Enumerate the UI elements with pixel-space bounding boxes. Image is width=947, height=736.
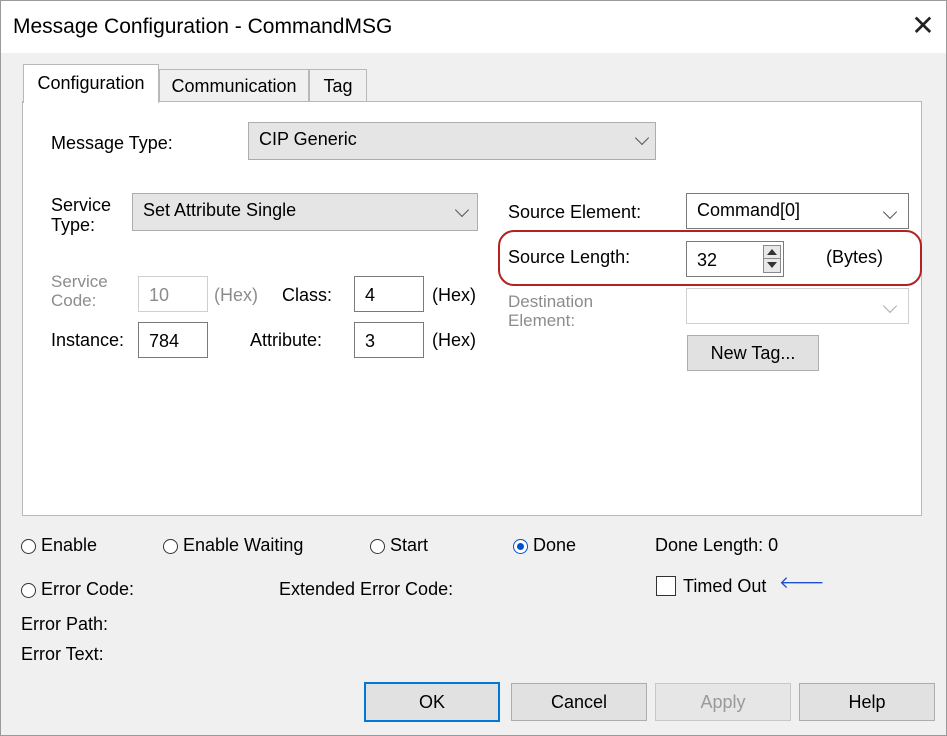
window-title: Message Configuration - CommandMSG [13, 15, 393, 38]
service-type-label-line2: Type: [51, 215, 96, 235]
message-type-value: CIP Generic [259, 129, 357, 149]
destination-element-combo[interactable] [686, 288, 909, 324]
service-code-label-line1: Service [51, 272, 108, 291]
source-element-combo[interactable]: Command[0] [686, 193, 909, 229]
class-value: 4 [365, 285, 376, 305]
source-element-value: Command[0] [697, 200, 801, 220]
attribute-value: 3 [365, 331, 376, 351]
arrow-left-icon: 🡐 [779, 573, 825, 592]
class-unit: (Hex) [432, 285, 476, 305]
error-text-label: Error Text: [21, 644, 104, 664]
timed-out-label: Timed Out [683, 576, 767, 596]
attribute-label: Attribute: [250, 330, 323, 350]
enable-label: Enable [41, 535, 98, 555]
destination-label-line1: Destination [508, 292, 594, 311]
service-type-label-line1: Service [51, 195, 112, 215]
source-element-label: Source Element: [508, 202, 642, 222]
chevron-down-icon [882, 298, 898, 314]
instance-input[interactable]: 784 [138, 322, 208, 358]
chevron-down-icon [634, 130, 650, 146]
start-radio[interactable] [370, 539, 385, 554]
service-code-input[interactable]: 10 [138, 276, 208, 312]
tab-configuration[interactable]: Configuration [23, 64, 159, 103]
help-button[interactable]: Help [799, 683, 935, 721]
chevron-down-icon [454, 202, 470, 218]
configuration-panel: Message Type: CIP Generic Service Type: … [22, 101, 922, 516]
new-tag-button[interactable]: New Tag... [687, 335, 819, 371]
service-code-value: 10 [149, 285, 170, 305]
error-code-label: Error Code: [41, 579, 135, 599]
spinner-divider [764, 258, 780, 259]
message-type-label: Message Type: [51, 133, 173, 153]
message-type-dropdown[interactable]: CIP Generic [248, 122, 656, 160]
done-radio[interactable] [513, 539, 528, 554]
destination-label-line2: Element: [508, 311, 576, 330]
ok-button[interactable]: OK [364, 682, 500, 722]
error-code-radio[interactable] [21, 583, 36, 598]
service-type-dropdown[interactable]: Set Attribute Single [132, 193, 478, 231]
source-length-value: 32 [697, 250, 718, 270]
enable-waiting-label: Enable Waiting [183, 535, 304, 555]
timed-out-checkbox[interactable] [656, 576, 676, 596]
instance-label: Instance: [51, 330, 125, 350]
service-type-value: Set Attribute Single [143, 200, 297, 220]
title-bar: Message Configuration - CommandMSG ✕ [1, 1, 946, 53]
spin-up-icon[interactable] [767, 249, 777, 255]
enable-waiting-radio[interactable] [163, 539, 178, 554]
attribute-unit: (Hex) [432, 330, 476, 350]
message-configuration-dialog: Message Configuration - CommandMSG ✕ Con… [0, 0, 947, 736]
class-input[interactable]: 4 [354, 276, 424, 312]
chevron-down-icon [882, 204, 898, 220]
spin-down-icon[interactable] [767, 262, 777, 268]
done-label: Done [533, 535, 577, 555]
done-length: Done Length: 0 [655, 535, 779, 555]
start-label: Start [390, 535, 429, 555]
error-path-label: Error Path: [21, 614, 109, 634]
spinner-buttons[interactable] [763, 245, 781, 273]
close-icon[interactable]: ✕ [904, 7, 942, 45]
instance-value: 784 [149, 331, 180, 351]
service-code-label-line2: Code: [51, 291, 97, 310]
service-code-unit: (Hex) [214, 285, 258, 305]
extended-error-code-label: Extended Error Code: [279, 579, 454, 599]
class-label: Class: [282, 285, 333, 305]
source-length-label: Source Length: [508, 247, 631, 267]
attribute-input[interactable]: 3 [354, 322, 424, 358]
source-length-spinner[interactable]: 32 [686, 241, 784, 277]
tab-tag[interactable]: Tag [309, 69, 367, 102]
cancel-button[interactable]: Cancel [511, 683, 647, 721]
source-length-unit: (Bytes) [826, 247, 884, 267]
enable-radio[interactable] [21, 539, 36, 554]
tab-communication[interactable]: Communication [159, 69, 309, 102]
apply-button[interactable]: Apply [655, 683, 791, 721]
